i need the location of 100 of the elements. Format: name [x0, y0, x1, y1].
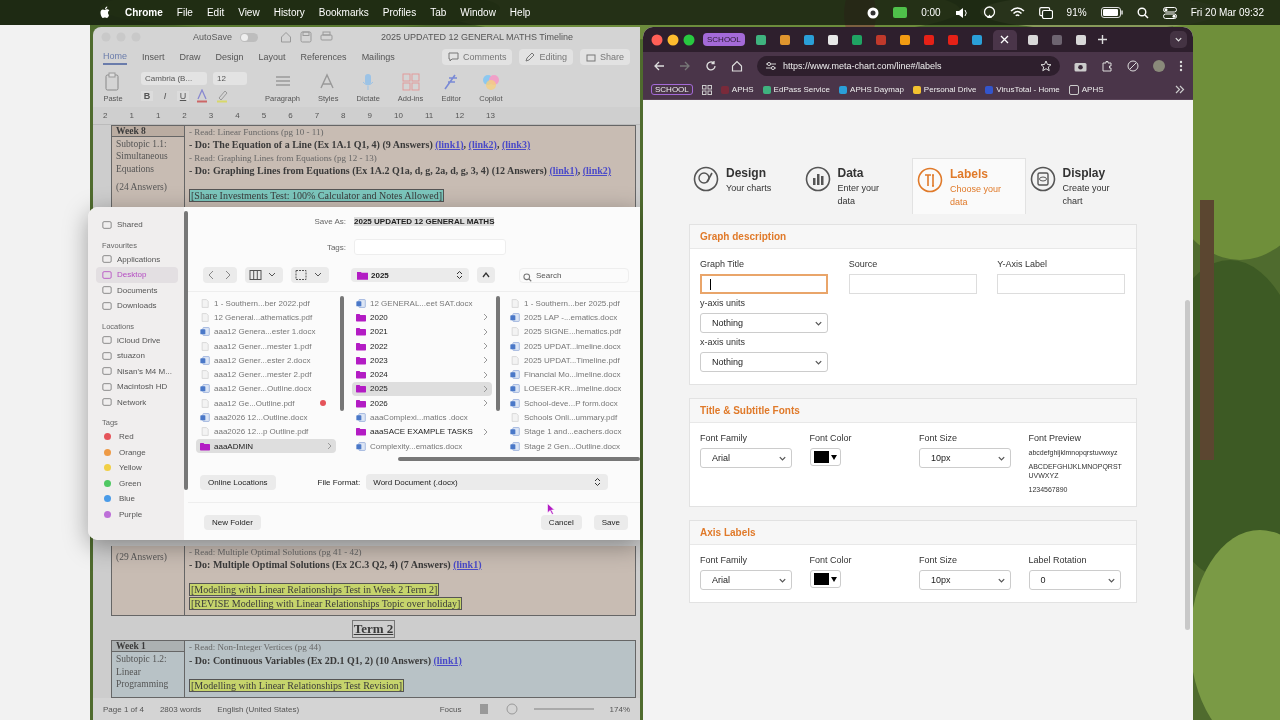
- scrollbar[interactable]: [1185, 300, 1190, 630]
- link[interactable]: (link1): [435, 139, 464, 151]
- list-row[interactable]: aaa12 Ge...Outline.pdf: [196, 396, 336, 411]
- dropdown[interactable]: 0: [1028, 570, 1121, 591]
- list-row[interactable]: 2023: [352, 353, 492, 368]
- bookmark-group[interactable]: SCHOOL: [651, 84, 693, 95]
- sidebar-item[interactable]: Nisan's M4 M...: [96, 363, 178, 379]
- screen-mirroring-icon[interactable]: [1038, 6, 1053, 19]
- sidebar-item[interactable]: Downloads: [96, 298, 178, 314]
- text-input[interactable]: [997, 274, 1126, 294]
- apple-icon[interactable]: [100, 6, 111, 19]
- bookmark[interactable]: VirusTotal - Home: [985, 85, 1060, 94]
- site-settings-icon[interactable]: [765, 61, 777, 71]
- save-button[interactable]: Save: [593, 515, 628, 530]
- sidebar-tag[interactable]: Yellow: [96, 460, 178, 476]
- zoom-level[interactable]: 174%: [609, 704, 630, 714]
- dropdown[interactable]: Nothing: [700, 352, 828, 372]
- menu-item[interactable]: File: [176, 7, 193, 18]
- link[interactable]: (link3): [501, 139, 531, 151]
- menu-item[interactable]: History: [273, 7, 305, 18]
- autosave-toggle[interactable]: [240, 32, 259, 42]
- browser-tab[interactable]: [992, 29, 1017, 50]
- format-button[interactable]: I: [159, 90, 171, 101]
- list-row[interactable]: 1 - Southern...ber 2025.pdf: [506, 296, 626, 311]
- new-tab-icon[interactable]: [1096, 34, 1108, 45]
- comments-button[interactable]: Comments: [441, 49, 513, 65]
- expand-button[interactable]: [477, 267, 495, 283]
- sidebar-item[interactable]: Macintosh HD: [96, 379, 178, 395]
- sidebar-item[interactable]: Documents: [96, 282, 178, 298]
- color-picker[interactable]: [809, 448, 841, 466]
- step-tab[interactable]: Data Enter your data: [800, 158, 912, 214]
- list-row[interactable]: aaa12 Genera...ester 1.docx: [196, 324, 336, 339]
- apps-grid-icon[interactable]: [701, 84, 712, 95]
- battery-icon[interactable]: [1100, 7, 1123, 18]
- language-status[interactable]: English (United States): [217, 704, 300, 714]
- sidebar-item[interactable]: Shared: [96, 217, 178, 233]
- link[interactable]: (link2): [582, 164, 612, 176]
- list-row[interactable]: aaa12 Gener...Outline.docx: [196, 381, 336, 397]
- list-row[interactable]: 12 General...athematics.pdf: [196, 310, 336, 325]
- list-row[interactable]: 2021: [352, 324, 492, 339]
- list-row[interactable]: aaaSACE EXAMPLE TASKS: [352, 424, 492, 439]
- list-row[interactable]: 2022: [352, 338, 492, 354]
- timer-status[interactable]: 0:00: [921, 7, 941, 18]
- volume-icon[interactable]: [954, 6, 969, 19]
- step-tab[interactable]: Design Your charts: [689, 158, 801, 214]
- scrollbar[interactable]: [184, 211, 188, 490]
- font-size-field[interactable]: 12: [213, 71, 247, 85]
- scrollbar[interactable]: [398, 457, 640, 461]
- dropdown[interactable]: Nothing: [700, 313, 828, 333]
- window-controls-icon[interactable]: [651, 33, 695, 46]
- bookmark[interactable]: APHS: [720, 85, 754, 94]
- menu-item[interactable]: Window: [460, 7, 496, 18]
- app-menu[interactable]: Chrome: [125, 7, 163, 18]
- scrollbar[interactable]: [496, 296, 500, 411]
- list-row[interactable]: 2025: [352, 381, 492, 397]
- ribbon-tab[interactable]: Draw: [179, 50, 201, 64]
- dropdown[interactable]: 10px: [919, 448, 1011, 468]
- menu-item[interactable]: Tab: [430, 7, 447, 18]
- list-row[interactable]: 2025 UPDAT...imeline.docx: [506, 338, 626, 354]
- list-row[interactable]: 2026: [352, 396, 492, 411]
- scrollbar[interactable]: [340, 296, 344, 411]
- list-row[interactable]: aaa2026 12...Outline.docx: [196, 410, 336, 425]
- close-icon[interactable]: [1000, 35, 1010, 44]
- cancel-button[interactable]: Cancel: [540, 515, 582, 530]
- format-button[interactable]: B: [141, 90, 153, 101]
- bookmark-star-icon[interactable]: [1040, 60, 1052, 72]
- ribbon-tab[interactable]: Layout: [258, 50, 286, 64]
- list-row[interactable]: aaaADMIN: [196, 438, 336, 454]
- format-button[interactable]: U: [177, 90, 189, 101]
- share-button[interactable]: Share: [579, 49, 630, 65]
- ribbon-tab[interactable]: Design: [215, 50, 244, 64]
- sidebar-tag[interactable]: Purple: [96, 506, 178, 522]
- list-row[interactable]: aaa12 Gener...mester 1.pdf: [196, 338, 336, 354]
- link[interactable]: (link1): [549, 164, 578, 176]
- tab-group-label[interactable]: SCHOOL: [703, 33, 745, 46]
- online-locations-button[interactable]: Online Locations: [200, 474, 276, 490]
- location-popup[interactable]: 2025: [351, 268, 469, 282]
- focus-button[interactable]: Focus: [439, 704, 462, 714]
- list-row[interactable]: Complexity...ematics.docx: [352, 438, 492, 454]
- list-row[interactable]: Stage 1 and...eachers.docx: [506, 424, 626, 439]
- list-row[interactable]: 1 - Southern...ber 2022.pdf: [196, 296, 336, 311]
- color-picker[interactable]: [809, 570, 841, 589]
- ribbon-tab[interactable]: Insert: [142, 50, 165, 64]
- list-row[interactable]: 2025 UPDAT...Timeline.pdf: [506, 353, 626, 368]
- link[interactable]: (link1): [433, 654, 462, 666]
- bookmark[interactable]: APHS: [1068, 84, 1104, 95]
- forward-icon[interactable]: [679, 60, 691, 72]
- sidebar-item[interactable]: Applications: [96, 251, 178, 267]
- list-row[interactable]: aaa2026 12...p Outline.pdf: [196, 424, 336, 439]
- list-row[interactable]: Schools Onli...ummary.pdf: [506, 410, 626, 425]
- menu-icon[interactable]: [1179, 60, 1183, 72]
- list-row[interactable]: aaa12 Gener...mester 2.pdf: [196, 367, 336, 382]
- menu-item[interactable]: Help: [509, 7, 531, 18]
- view-mode-button[interactable]: [245, 267, 283, 283]
- menu-item[interactable]: Edit: [206, 7, 225, 18]
- dropdown[interactable]: Arial: [700, 570, 792, 591]
- menu-item[interactable]: Bookmarks: [318, 7, 369, 18]
- tab-search-button[interactable]: [1170, 31, 1187, 48]
- camera-icon[interactable]: [1074, 60, 1087, 72]
- list-row[interactable]: 2025 LAP -...ematics.docx: [506, 310, 626, 325]
